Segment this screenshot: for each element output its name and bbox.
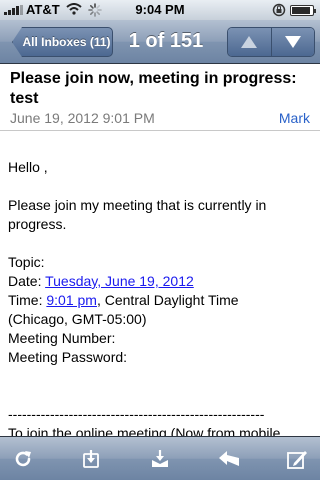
time-label: Time: xyxy=(8,292,47,308)
navigation-bar: All Inboxes (11) 1 of 151 xyxy=(0,20,320,64)
rotation-lock-icon xyxy=(272,3,286,17)
refresh-button[interactable] xyxy=(10,446,36,472)
date-label: Date: xyxy=(8,273,46,289)
date-line: Date: Tuesday, June 19, 2012 xyxy=(8,272,312,291)
all-inboxes-back-button[interactable]: All Inboxes (11) xyxy=(12,27,113,57)
time-link[interactable]: 9:01 pm xyxy=(46,292,97,308)
message-subject: Please join now, meeting in progress: te… xyxy=(10,70,297,107)
refresh-icon xyxy=(15,450,31,466)
previous-message-button[interactable] xyxy=(228,28,271,56)
join-instructions: To join the online meeting (Now from mob… xyxy=(8,425,281,436)
timezone-text: (Chicago, GMT-05:00) xyxy=(8,311,147,327)
battery-icon xyxy=(290,5,316,16)
move-button[interactable] xyxy=(79,446,105,472)
message-date: June 19, 2012 9:01 PM xyxy=(10,110,155,126)
arrow-down-icon xyxy=(284,36,301,48)
meeting-password-label: Meeting Password: xyxy=(8,349,128,365)
compose-icon xyxy=(287,450,307,469)
greeting-text: Hello , xyxy=(8,159,48,175)
archive-icon xyxy=(152,449,168,467)
separator-line: ----------------------------------------… xyxy=(8,406,265,422)
intro-text-line-2: progress. xyxy=(8,216,67,232)
time-line: Time: 9:01 pm, Central Daylight Time xyxy=(8,291,312,310)
intro-text-line-1: Please join my meeting that is currently… xyxy=(8,197,267,213)
meeting-number-label: Meeting Number: xyxy=(8,330,116,346)
status-bar: AT&T 9:04 PM xyxy=(0,0,320,20)
date-link[interactable]: Tuesday, June 19, 2012 xyxy=(45,273,194,289)
message-header: Please join now, meeting in progress: te… xyxy=(0,64,320,131)
mark-link[interactable]: Mark xyxy=(279,110,310,126)
message-position-title: 1 of 151 xyxy=(128,30,204,52)
bottom-toolbar xyxy=(0,436,320,480)
time-suffix: , Central Daylight Time xyxy=(96,292,239,308)
reply-button[interactable] xyxy=(216,446,242,472)
battery-level xyxy=(292,7,310,14)
next-message-button[interactable] xyxy=(270,28,314,56)
reply-icon xyxy=(218,450,239,466)
arrow-up-icon xyxy=(241,36,258,48)
message-body: Hello , Please join my meeting that is c… xyxy=(0,132,320,436)
message-navigation-control xyxy=(227,27,315,57)
topic-label: Topic: xyxy=(8,254,45,270)
move-to-folder-icon xyxy=(82,449,99,468)
compose-button[interactable] xyxy=(284,446,310,472)
archive-button[interactable] xyxy=(147,446,173,472)
